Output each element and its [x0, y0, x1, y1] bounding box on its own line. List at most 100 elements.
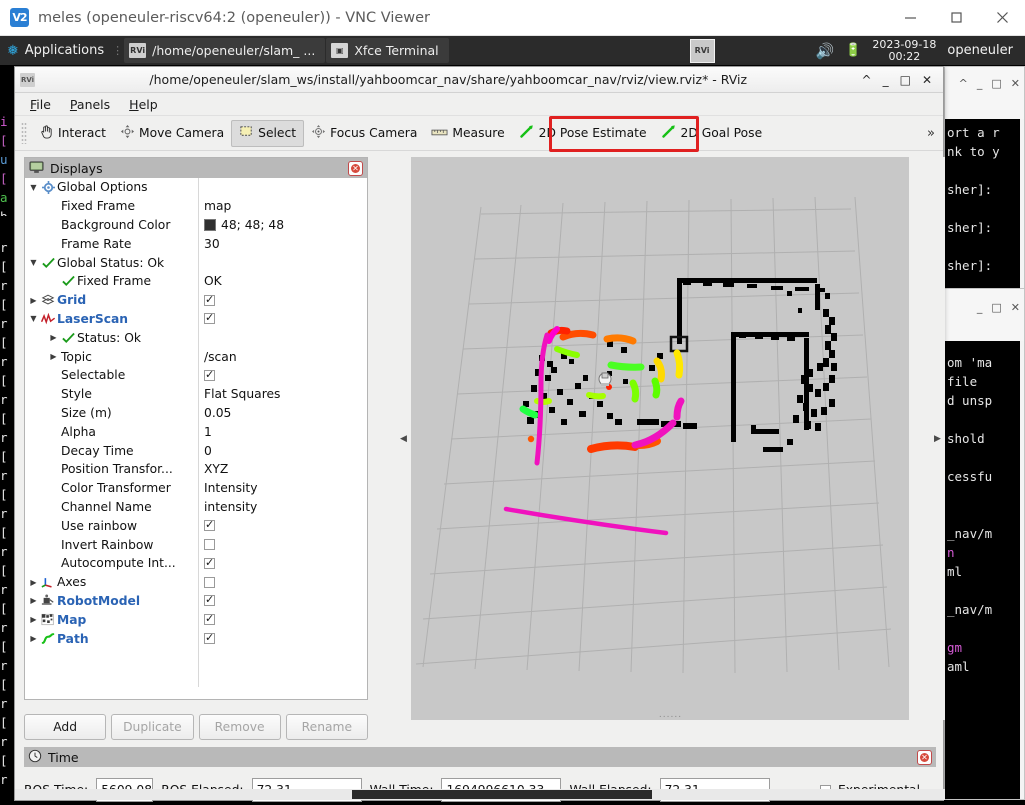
checkbox-checked[interactable]: [204, 631, 215, 645]
checkbox-unchecked[interactable]: [204, 576, 215, 588]
display-row-global-status-ok[interactable]: ▼ Global Status: Ok: [25, 253, 367, 272]
display-row-size-m[interactable]: Size (m) 0.05: [25, 404, 367, 423]
maximize-icon[interactable]: □: [991, 301, 1001, 314]
checkbox-checked[interactable]: [204, 311, 215, 325]
color-swatch[interactable]: [204, 218, 216, 231]
display-row-fixed-frame[interactable]: Fixed Frame OK: [25, 272, 367, 291]
minimize-icon[interactable]: [887, 0, 933, 36]
display-row-value[interactable]: [198, 631, 215, 645]
shade-icon[interactable]: ^: [862, 73, 872, 87]
display-row-selectable[interactable]: Selectable: [25, 366, 367, 385]
display-row-axes[interactable]: ▶ Axes: [25, 573, 367, 592]
minimize-icon[interactable]: _: [977, 301, 983, 314]
display-row-path[interactable]: ▶ Path: [25, 629, 367, 648]
toolbar-overflow-button[interactable]: »: [927, 126, 943, 141]
display-row-value[interactable]: 0: [198, 444, 212, 458]
display-row-value[interactable]: 0.05: [198, 406, 231, 420]
display-row-map[interactable]: ▶ Map: [25, 610, 367, 629]
vnc-window-controls[interactable]: [887, 0, 1025, 36]
collapse-right-icon[interactable]: ▶: [934, 434, 941, 444]
right-splitter-arrow[interactable]: ▶: [930, 157, 945, 720]
display-row-value[interactable]: [198, 556, 215, 569]
chevron-right-icon[interactable]: ▶: [48, 352, 59, 361]
display-row-value[interactable]: [198, 293, 215, 306]
user-label[interactable]: openeuler: [947, 43, 1017, 58]
battery-icon[interactable]: 🔋: [845, 43, 861, 58]
display-row-value[interactable]: /scan: [198, 350, 237, 364]
close-icon[interactable]: ✕: [1011, 77, 1020, 90]
display-row-value[interactable]: 1: [198, 425, 212, 439]
display-row-value[interactable]: [198, 576, 215, 588]
display-row-style[interactable]: Style Flat Squares: [25, 385, 367, 404]
chevron-right-icon[interactable]: ▶: [48, 333, 59, 342]
display-row-value[interactable]: OK: [198, 274, 222, 288]
checkbox-checked[interactable]: [204, 612, 215, 626]
chevron-down-icon[interactable]: ▼: [28, 314, 39, 323]
display-row-frame-rate[interactable]: Frame Rate 30: [25, 234, 367, 253]
display-row-alpha[interactable]: Alpha 1: [25, 422, 367, 441]
horizontal-scrollbar[interactable]: [352, 790, 652, 799]
shade-icon[interactable]: ^: [959, 77, 968, 90]
chevron-right-icon[interactable]: ▶: [28, 634, 39, 643]
checkbox-checked[interactable]: [204, 518, 215, 532]
display-row-value[interactable]: [198, 539, 215, 551]
maximize-icon[interactable]: □: [900, 73, 911, 87]
clock[interactable]: 2023-09-18 00:22: [872, 39, 936, 62]
chevron-down-icon[interactable]: ▼: [28, 258, 39, 267]
display-row-value[interactable]: map: [198, 199, 231, 213]
maximize-icon[interactable]: [933, 0, 979, 36]
chevron-right-icon[interactable]: ▶: [28, 596, 39, 605]
display-row-invert-rainbow[interactable]: Invert Rainbow: [25, 535, 367, 554]
display-row-global-options[interactable]: ▼ Global Options: [25, 178, 367, 197]
close-icon[interactable]: ✕: [1011, 301, 1020, 314]
chevron-down-icon[interactable]: ▼: [28, 183, 39, 192]
menu-file[interactable]: File: [22, 95, 59, 114]
chevron-right-icon[interactable]: ▶: [28, 296, 39, 305]
checkbox-unchecked[interactable]: [204, 539, 215, 551]
display-row-status-ok[interactable]: ▶ Status: Ok: [25, 328, 367, 347]
close-icon[interactable]: ✕: [917, 749, 932, 765]
duplicate-button[interactable]: Duplicate: [111, 714, 194, 740]
left-splitter-arrow[interactable]: ◀: [396, 157, 411, 720]
tool-move-camera[interactable]: Move Camera: [113, 120, 231, 147]
rename-button[interactable]: Rename: [285, 714, 368, 740]
minimize-icon[interactable]: _: [977, 77, 983, 90]
displays-tree[interactable]: ▼ Global Options Fixed Frame map Backgroun…: [25, 178, 367, 699]
display-row-color-transformer[interactable]: Color Transformer Intensity: [25, 479, 367, 498]
tool-focus-camera[interactable]: Focus Camera: [304, 120, 424, 147]
tool-2d-goal-pose[interactable]: 2D Goal Pose: [654, 120, 770, 147]
display-row-channel-name[interactable]: Channel Name intensity: [25, 498, 367, 517]
menu-help[interactable]: Help: [121, 95, 166, 114]
checkbox-checked[interactable]: [204, 368, 215, 381]
chevron-right-icon[interactable]: ▶: [28, 578, 39, 587]
terminal-window-right-top[interactable]: ort a r nk to y sher]: sher]: sher]:: [944, 66, 1025, 311]
display-row-use-rainbow[interactable]: Use rainbow: [25, 516, 367, 535]
right-top-terminal-window-buttons[interactable]: ^ _ □ ✕: [950, 72, 1020, 94]
display-row-value[interactable]: [198, 368, 215, 381]
terminal-window-right-bottom[interactable]: om 'ma file d unsp shold cessfu _nav/m n…: [944, 288, 1025, 800]
close-icon[interactable]: [979, 0, 1025, 36]
minimize-icon[interactable]: _: [883, 73, 889, 87]
taskbar-item-rviz[interactable]: RVi /home/openeuler/slam_ ...: [124, 38, 326, 63]
rviz-3d-canvas[interactable]: [411, 157, 909, 720]
maximize-icon[interactable]: □: [991, 77, 1001, 90]
display-row-value[interactable]: [198, 311, 215, 325]
display-row-value[interactable]: Flat Squares: [198, 387, 280, 401]
display-row-laserscan[interactable]: ▼ LaserScan: [25, 310, 367, 329]
display-row-value[interactable]: 48; 48; 48: [198, 218, 284, 232]
chevron-right-icon[interactable]: ▶: [28, 615, 39, 624]
display-row-value[interactable]: [198, 612, 215, 626]
display-row-value[interactable]: [198, 518, 215, 532]
add-button[interactable]: Add: [24, 714, 107, 740]
tool-2d-pose-estimate[interactable]: 2D Pose Estimate: [512, 120, 654, 147]
display-row-value[interactable]: [198, 593, 215, 607]
remove-button[interactable]: Remove: [198, 714, 281, 740]
volume-icon[interactable]: 🔊: [816, 42, 835, 60]
collapse-left-icon[interactable]: ◀: [400, 434, 407, 444]
toolbar-grip[interactable]: [21, 122, 27, 144]
display-row-fixed-frame[interactable]: Fixed Frame map: [25, 197, 367, 216]
display-row-robotmodel[interactable]: ▶ RobotModel: [25, 592, 367, 611]
display-row-autocompute-int[interactable]: Autocompute Int...: [25, 554, 367, 573]
rviz-window-buttons[interactable]: ^ _ □ ✕: [862, 73, 938, 87]
display-row-grid[interactable]: ▶ Grid: [25, 291, 367, 310]
